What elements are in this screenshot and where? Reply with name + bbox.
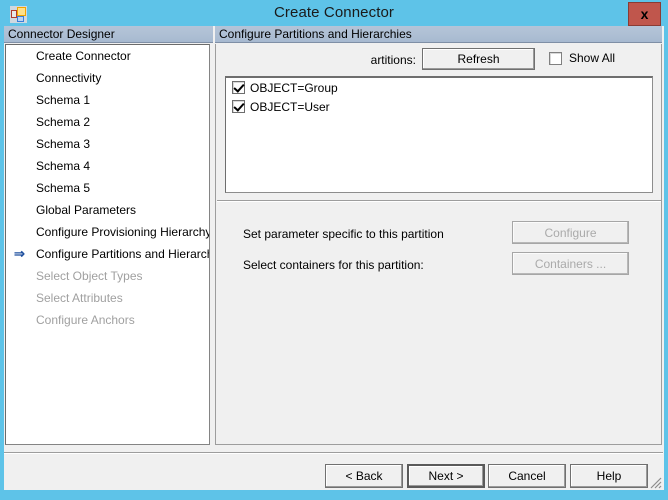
footer-separator: [4, 452, 663, 454]
partition-checkbox[interactable]: [232, 81, 245, 94]
partitions-label: artitions:: [370, 53, 416, 67]
sidebar-item-label: Configure Partitions and Hierarchies: [36, 247, 210, 261]
panel-body: artitions: Refresh Show All OBJECT=Group…: [215, 44, 662, 445]
sidebar-item-select-object-types: Select Object Types: [6, 265, 209, 287]
sidebar-item-label: Create Connector: [36, 49, 131, 63]
help-button[interactable]: Help: [570, 464, 648, 488]
configure-partitions-panel: Configure Partitions and Hierarchies art…: [215, 26, 662, 448]
sidebar-item-configure-provisioning-hierarchy[interactable]: Configure Provisioning Hierarchy: [6, 221, 209, 243]
dialog-client-area: Connector Designer Create Connector Conne…: [4, 26, 664, 490]
sidebar-header: Connector Designer: [4, 26, 213, 43]
containers-button[interactable]: Containers ...: [512, 252, 629, 275]
sidebar-item-label: Configure Provisioning Hierarchy: [36, 225, 210, 239]
window-title: Create Connector: [274, 4, 394, 21]
wizard-step-list[interactable]: Create Connector Connectivity Schema 1 Sche…: [5, 44, 210, 445]
current-step-arrow-icon: ⇒: [14, 246, 25, 261]
sidebar-item-label: Schema 3: [36, 137, 91, 151]
sidebar-item-label: Schema 1: [36, 93, 91, 107]
title-bar: Create Connector x: [0, 0, 668, 28]
select-containers-label: Select containers for this partition:: [243, 258, 424, 272]
panel-header: Configure Partitions and Hierarchies: [215, 26, 662, 43]
dialog-window: Create Connector x Connector Designer Cr…: [0, 0, 668, 500]
sidebar-item-select-attributes: Select Attributes: [6, 287, 209, 309]
sidebar-edge: [211, 44, 213, 445]
sidebar-item-schema-3[interactable]: Schema 3: [6, 133, 209, 155]
partition-checkbox[interactable]: [232, 100, 245, 113]
section-divider: [217, 200, 661, 202]
partition-label: OBJECT=User: [250, 99, 330, 114]
cancel-button[interactable]: Cancel: [488, 464, 566, 488]
close-button[interactable]: x: [628, 2, 661, 26]
set-parameter-label: Set parameter specific to this partition: [243, 227, 444, 241]
sidebar-item-create-connector[interactable]: Create Connector: [6, 45, 209, 67]
sidebar-item-schema-4[interactable]: Schema 4: [6, 155, 209, 177]
sidebar-item-schema-5[interactable]: Schema 5: [6, 177, 209, 199]
partitions-listbox[interactable]: OBJECT=Group OBJECT=User: [225, 76, 653, 193]
show-all-label: Show All: [569, 51, 616, 65]
resize-grip[interactable]: [649, 476, 662, 489]
sidebar-item-label: Select Object Types: [36, 269, 143, 283]
sidebar-item-label: Configure Anchors: [36, 313, 135, 327]
sidebar-header-label: Connector Designer: [8, 27, 115, 41]
sidebar-item-configure-anchors: Configure Anchors: [6, 309, 209, 331]
sidebar-item-schema-1[interactable]: Schema 1: [6, 89, 209, 111]
sidebar-item-configure-partitions-and-hierarchies[interactable]: ⇒ Configure Partitions and Hierarchies: [6, 243, 209, 265]
show-all-checkbox[interactable]: Show All: [549, 51, 615, 65]
partition-list-item[interactable]: OBJECT=Group: [226, 78, 652, 97]
sidebar-item-label: Schema 2: [36, 115, 91, 129]
connector-designer-panel: Connector Designer Create Connector Conne…: [4, 26, 213, 448]
partition-list-item[interactable]: OBJECT=User: [226, 97, 652, 116]
panel-header-label: Configure Partitions and Hierarchies: [219, 27, 412, 41]
next-button[interactable]: Next >: [407, 464, 485, 488]
partition-label: OBJECT=Group: [250, 80, 338, 95]
show-all-checkbox-box[interactable]: [549, 51, 562, 65]
sidebar-item-label: Schema 5: [36, 181, 91, 195]
sidebar-item-label: Select Attributes: [36, 291, 123, 305]
configure-button[interactable]: Configure: [512, 221, 629, 244]
sidebar-item-label: Schema 4: [36, 159, 91, 173]
sidebar-item-global-parameters[interactable]: Global Parameters: [6, 199, 209, 221]
refresh-button[interactable]: Refresh: [422, 48, 535, 70]
sidebar-item-connectivity[interactable]: Connectivity: [6, 67, 209, 89]
sidebar-item-label: Connectivity: [36, 71, 102, 85]
sidebar-item-label: Global Parameters: [36, 203, 137, 217]
sidebar-item-schema-2[interactable]: Schema 2: [6, 111, 209, 133]
back-button[interactable]: < Back: [325, 464, 403, 488]
